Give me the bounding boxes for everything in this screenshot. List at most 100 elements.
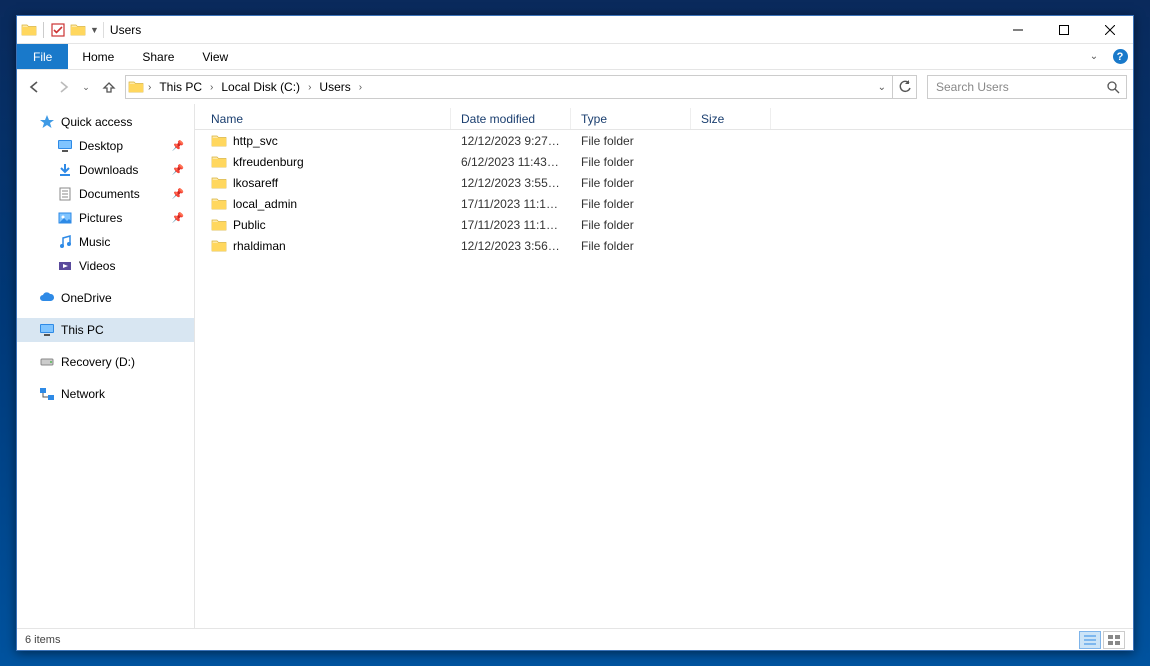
file-type: File folder xyxy=(571,134,691,148)
close-button[interactable] xyxy=(1087,16,1133,44)
folder-icon xyxy=(211,217,227,233)
sidebar-desktop[interactable]: Desktop 📌 xyxy=(17,134,194,158)
forward-button[interactable] xyxy=(51,75,75,99)
minimize-button[interactable] xyxy=(995,16,1041,44)
ribbon: File Home Share View ⌄ ? xyxy=(17,44,1133,70)
details-view-button[interactable] xyxy=(1079,631,1101,649)
file-type: File folder xyxy=(571,218,691,232)
sidebar-network[interactable]: Network xyxy=(17,382,194,406)
star-icon xyxy=(39,114,55,130)
ribbon-expand-icon[interactable]: ⌄ xyxy=(1081,44,1107,69)
file-date: 17/11/2023 11:17 ... xyxy=(451,197,571,211)
help-button[interactable]: ? xyxy=(1107,44,1133,69)
address-bar[interactable]: › This PC › Local Disk (C:) › Users › ⌄ xyxy=(125,75,893,99)
sidebar-item-label: Quick access xyxy=(61,115,132,129)
up-button[interactable] xyxy=(97,75,121,99)
icons-view-button[interactable] xyxy=(1103,631,1125,649)
folder-icon xyxy=(21,22,37,38)
refresh-button[interactable] xyxy=(893,75,917,99)
file-name: kfreudenburg xyxy=(233,155,304,169)
pin-icon: 📌 xyxy=(172,165,184,176)
file-row[interactable]: http_svc12/12/2023 9:27 AMFile folder xyxy=(195,130,1133,151)
pin-icon: 📌 xyxy=(172,141,184,152)
col-type[interactable]: Type xyxy=(571,108,691,129)
network-icon xyxy=(39,386,55,402)
file-date: 17/11/2023 11:14 ... xyxy=(451,218,571,232)
status-bar: 6 items xyxy=(17,628,1133,650)
chevron-right-icon[interactable]: › xyxy=(355,82,366,93)
sidebar-onedrive[interactable]: OneDrive xyxy=(17,286,194,310)
crumb-local-disk[interactable]: Local Disk (C:) xyxy=(217,80,304,94)
sidebar-item-label: Desktop xyxy=(79,139,123,153)
pin-icon: 📌 xyxy=(172,189,184,200)
chevron-right-icon[interactable]: › xyxy=(206,82,217,93)
file-row[interactable]: local_admin 17/11/2023 11:17 ...File fold… xyxy=(195,193,1133,214)
file-name: local_admin xyxy=(233,197,297,211)
file-row[interactable]: lkosareff 12/12/2023 3:55 PMFile folder xyxy=(195,172,1133,193)
sidebar-item-label: Videos xyxy=(79,259,115,273)
desktop-icon xyxy=(57,138,73,154)
onedrive-icon xyxy=(39,290,55,306)
sidebar-this-pc[interactable]: This PC xyxy=(17,318,194,342)
sidebar-pictures[interactable]: Pictures 📌 xyxy=(17,206,194,230)
file-date: 12/12/2023 3:55 PM xyxy=(451,176,571,190)
tab-file[interactable]: File xyxy=(17,44,68,69)
sidebar-item-label: Network xyxy=(61,387,105,401)
pictures-icon xyxy=(57,210,73,226)
downloads-icon xyxy=(57,162,73,178)
file-name: lkosareff xyxy=(233,176,278,190)
crumb-users[interactable]: Users xyxy=(315,80,354,94)
search-input[interactable] xyxy=(934,79,1107,95)
crumb-this-pc[interactable]: This PC xyxy=(155,80,206,94)
sidebar-music[interactable]: Music xyxy=(17,230,194,254)
recent-dropdown-icon[interactable]: ⌄ xyxy=(79,75,93,99)
file-name: rhaldiman xyxy=(233,239,286,253)
new-folder-icon[interactable] xyxy=(70,22,86,38)
tab-view[interactable]: View xyxy=(188,44,242,69)
file-name: Public xyxy=(233,218,266,232)
sidebar-item-label: Downloads xyxy=(79,163,138,177)
maximize-button[interactable] xyxy=(1041,16,1087,44)
this-pc-icon xyxy=(39,322,55,338)
address-dropdown-icon[interactable]: ⌄ xyxy=(874,82,890,93)
sidebar-quick-access[interactable]: Quick access xyxy=(17,110,194,134)
sidebar-documents[interactable]: Documents 📌 xyxy=(17,182,194,206)
col-size[interactable]: Size xyxy=(691,108,771,129)
qat-dropdown-icon[interactable]: ▼ xyxy=(90,25,99,35)
sidebar-videos[interactable]: Videos xyxy=(17,254,194,278)
file-row[interactable]: rhaldiman12/12/2023 3:56 PMFile folder xyxy=(195,235,1133,256)
search-icon[interactable] xyxy=(1107,81,1120,94)
pin-icon: 📌 xyxy=(172,213,184,224)
properties-icon[interactable] xyxy=(50,22,66,38)
file-type: File folder xyxy=(571,155,691,169)
search-box[interactable] xyxy=(927,75,1127,99)
file-row[interactable]: kfreudenburg 6/12/2023 11:43 PMFile folde… xyxy=(195,151,1133,172)
chevron-right-icon[interactable]: › xyxy=(144,82,155,93)
status-item-count: 6 items xyxy=(25,634,60,646)
sidebar-item-label: This PC xyxy=(61,323,104,337)
file-list-pane: Name Date modified Type Size http_svc12/… xyxy=(195,104,1133,628)
sidebar-downloads[interactable]: Downloads 📌 xyxy=(17,158,194,182)
sidebar-recovery[interactable]: Recovery (D:) xyxy=(17,350,194,374)
folder-icon xyxy=(211,175,227,191)
sidebar-item-label: Pictures xyxy=(79,211,122,225)
file-rows: http_svc12/12/2023 9:27 AMFile folderkfr… xyxy=(195,130,1133,628)
back-button[interactable] xyxy=(23,75,47,99)
file-type: File folder xyxy=(571,197,691,211)
tab-home[interactable]: Home xyxy=(68,44,128,69)
file-date: 12/12/2023 3:56 PM xyxy=(451,239,571,253)
col-name[interactable]: Name xyxy=(195,108,451,129)
chevron-right-icon[interactable]: › xyxy=(304,82,315,93)
sidebar-item-label: Documents xyxy=(79,187,140,201)
file-row[interactable]: Public 17/11/2023 11:14 ...File folder xyxy=(195,214,1133,235)
folder-icon xyxy=(211,133,227,149)
tab-share[interactable]: Share xyxy=(128,44,188,69)
nav-pane: Quick access Desktop 📌 Downloads 📌 Docum… xyxy=(17,104,195,628)
file-date: 6/12/2023 11:43 PM xyxy=(451,155,571,169)
file-type: File folder xyxy=(571,176,691,190)
folder-icon xyxy=(211,196,227,212)
file-date: 12/12/2023 9:27 AM xyxy=(451,134,571,148)
folder-icon xyxy=(211,154,227,170)
col-date[interactable]: Date modified xyxy=(451,108,571,129)
drive-icon xyxy=(39,354,55,370)
